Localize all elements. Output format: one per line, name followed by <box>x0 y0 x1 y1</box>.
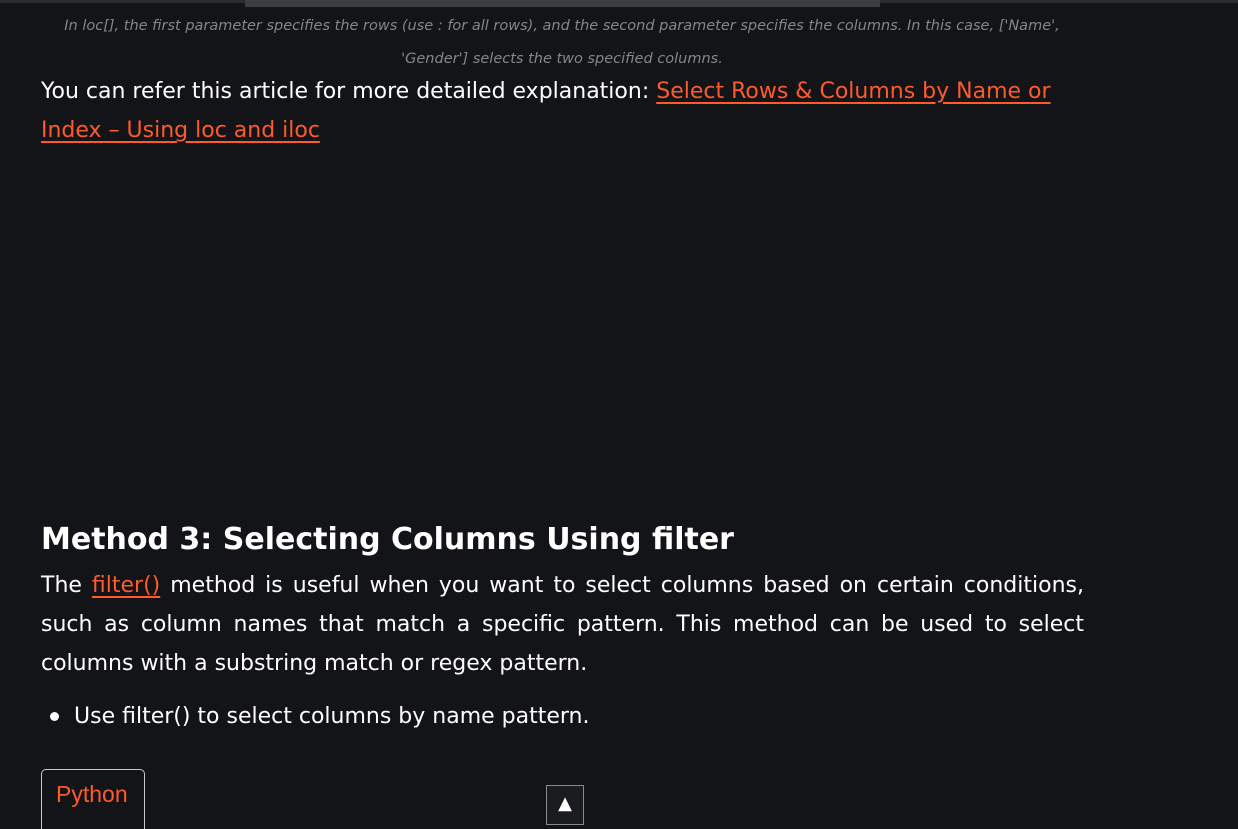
reference-prefix: You can refer this article for more deta… <box>41 79 657 104</box>
intro-text-before: The <box>41 573 92 598</box>
filter-method-link[interactable]: filter() <box>92 573 160 598</box>
intro-text-after: method is useful when you want to select… <box>41 573 1084 676</box>
section-intro-paragraph: The filter() method is useful when you w… <box>41 566 1084 683</box>
code-caption: In loc[], the first parameter specifies … <box>64 18 1060 67</box>
reference-paragraph: You can refer this article for more deta… <box>41 72 1084 150</box>
arrow-up-icon: ▲ <box>558 793 572 814</box>
section-heading: Method 3: Selecting Columns Using filter <box>41 522 734 557</box>
bullet-list: Use filter() to select columns by name p… <box>50 697 590 736</box>
code-language-tab-python[interactable]: Python <box>41 769 145 829</box>
list-item-text: Use filter() to select columns by name p… <box>74 704 590 729</box>
horizontal-scrollbar[interactable] <box>245 0 880 7</box>
bullet-icon <box>50 712 59 721</box>
list-item: Use filter() to select columns by name p… <box>50 697 590 736</box>
scroll-to-top-button[interactable]: ▲ <box>546 785 584 825</box>
